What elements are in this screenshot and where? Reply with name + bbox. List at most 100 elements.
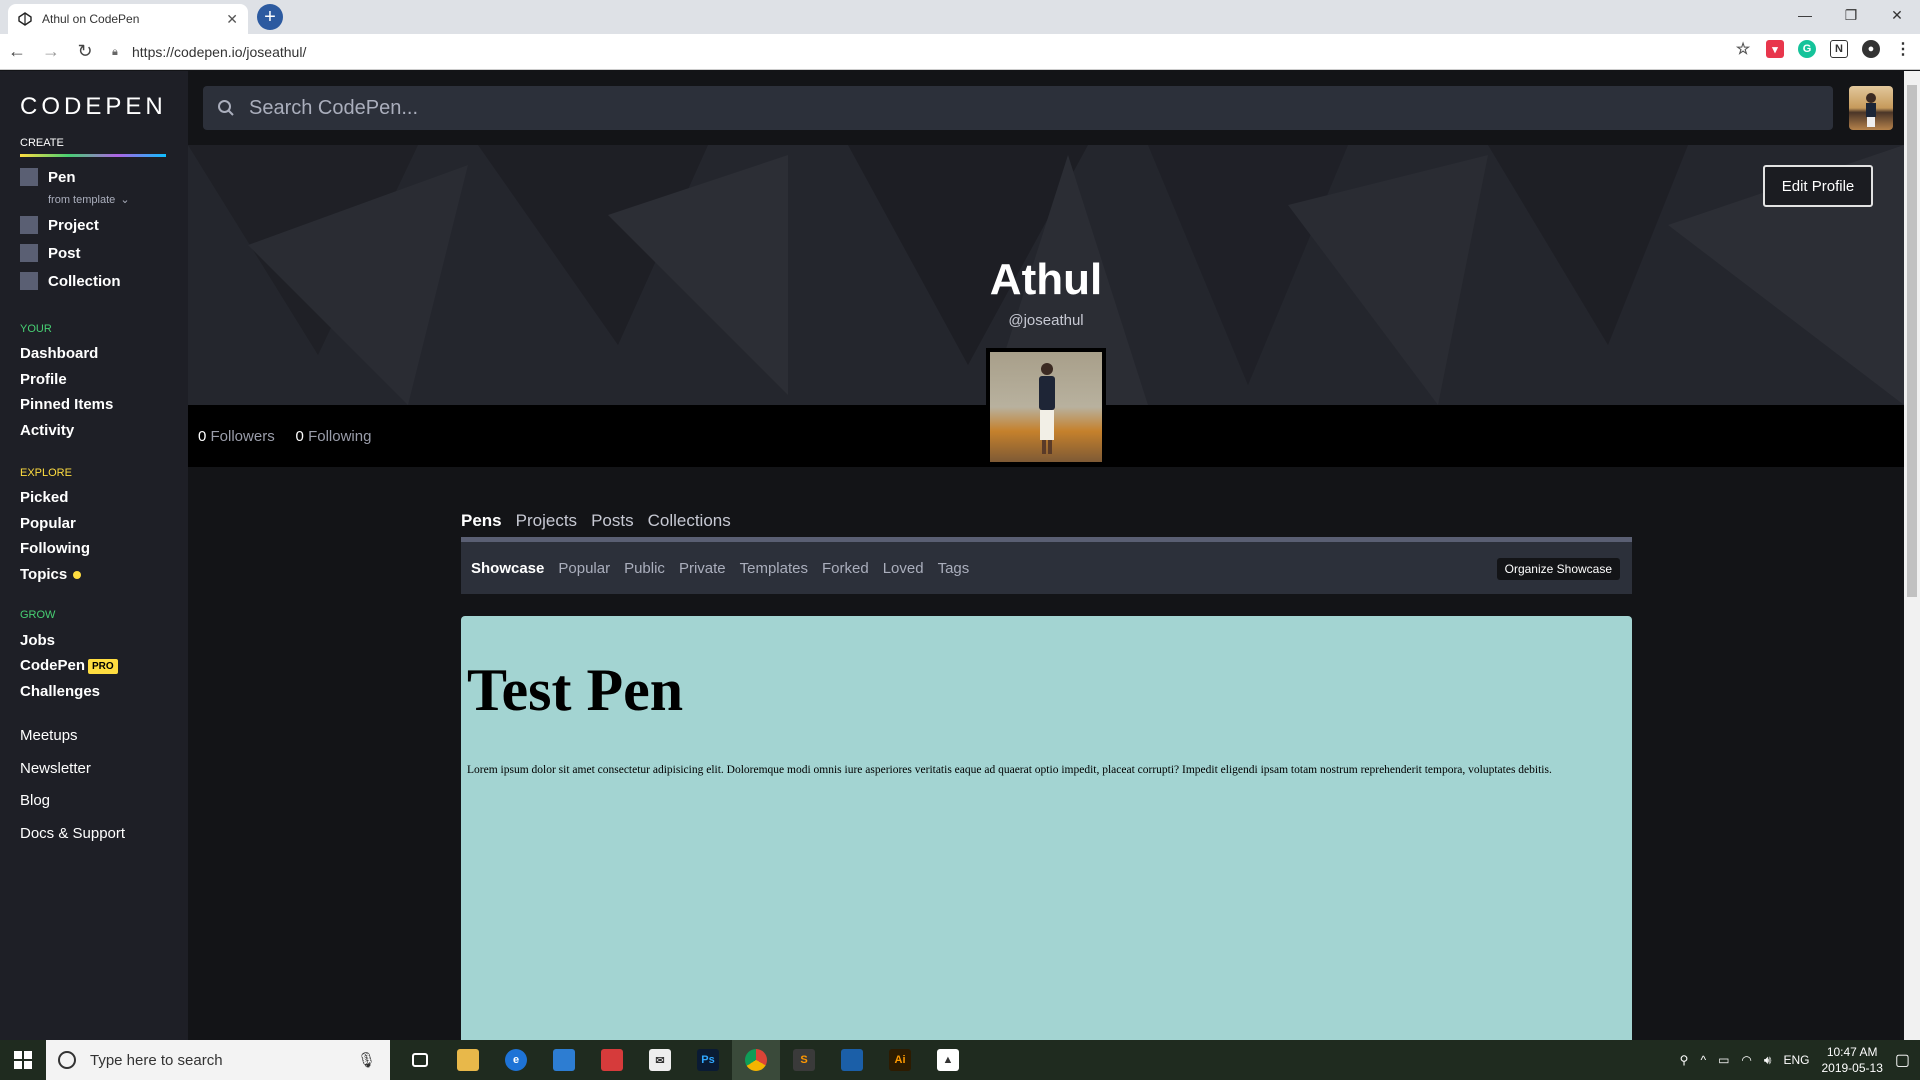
following-link[interactable]: 0 Following xyxy=(296,428,372,445)
notifications-icon[interactable]: ▢ xyxy=(1895,1050,1910,1070)
sidebar-item-newsletter[interactable]: Newsletter xyxy=(20,760,91,777)
reload-icon[interactable]: ↻ xyxy=(68,35,102,69)
sidebar-item-dashboard[interactable]: Dashboard xyxy=(20,345,98,362)
tab-pens[interactable]: Pens xyxy=(461,511,502,531)
subtab-public[interactable]: Public xyxy=(624,560,665,577)
sidebar-item-meetups[interactable]: Meetups xyxy=(20,727,78,744)
main-content: Search CodePen... Edit Profile Athul @jo… xyxy=(188,71,1904,1040)
subtab-popular[interactable]: Popular xyxy=(558,560,610,577)
account-icon[interactable]: ● xyxy=(1862,40,1880,58)
people-icon[interactable]: ⚲ xyxy=(1680,1053,1689,1067)
notion-extension-icon[interactable]: N xyxy=(1830,40,1848,58)
create-pen-link[interactable]: Pen xyxy=(20,168,76,186)
browser-tab[interactable]: Athul on CodePen ✕ xyxy=(8,4,248,34)
subtab-templates[interactable]: Templates xyxy=(740,560,808,577)
subtab-private[interactable]: Private xyxy=(679,560,726,577)
pen-icon xyxy=(20,168,38,186)
grammarly-extension-icon[interactable]: G xyxy=(1798,40,1816,58)
subtab-forked[interactable]: Forked xyxy=(822,560,869,577)
bookmark-star-icon[interactable]: ☆ xyxy=(1734,40,1752,58)
address-bar: ← → ↻ 🔒︎ https://codepen.io/joseathul/ ☆… xyxy=(0,34,1920,70)
taskbar-clock[interactable]: 10:47 AM 2019-05-13 xyxy=(1821,1044,1882,1076)
page-scrollbar[interactable] xyxy=(1904,71,1920,1040)
browser-menu-icon[interactable]: ⋮ xyxy=(1894,40,1912,58)
photos-icon[interactable]: ▲ xyxy=(924,1040,972,1080)
taskbar-search-input[interactable]: Type here to search 🎙︎ xyxy=(46,1040,390,1080)
codepen-favicon-icon xyxy=(18,12,32,26)
sidebar-item-picked[interactable]: Picked xyxy=(20,489,68,506)
create-collection-link[interactable]: Collection xyxy=(20,272,121,290)
browser-tab-bar: Athul on CodePen ✕ + — ❐ ✕ xyxy=(0,0,1920,34)
sidebar-item-blog[interactable]: Blog xyxy=(20,792,50,809)
forward-icon[interactable]: → xyxy=(34,35,68,69)
sublime-text-icon[interactable]: S xyxy=(780,1040,828,1080)
microphone-icon[interactable]: 🎙︎ xyxy=(357,1051,376,1069)
subtab-showcase[interactable]: Showcase xyxy=(471,560,544,577)
sidebar-item-challenges[interactable]: Challenges xyxy=(20,683,100,700)
pocket-extension-icon[interactable]: ▾ xyxy=(1766,40,1784,58)
pen-heading: Test Pen xyxy=(467,657,684,723)
create-post-link[interactable]: Post xyxy=(20,244,81,262)
profile-photo[interactable] xyxy=(986,348,1106,466)
search-icon xyxy=(218,100,234,116)
scrollbar-thumb[interactable] xyxy=(1907,85,1917,597)
tab-collections[interactable]: Collections xyxy=(648,511,731,531)
explore-heading: EXPLORE xyxy=(20,467,72,479)
new-dot-icon xyxy=(73,571,82,580)
chevron-down-icon: ⌄ xyxy=(120,194,130,206)
notepad-app-icon[interactable] xyxy=(828,1040,876,1080)
post-icon xyxy=(20,244,38,262)
user-avatar[interactable] xyxy=(1849,86,1893,130)
back-icon[interactable]: ← xyxy=(0,35,34,69)
store-icon[interactable] xyxy=(540,1040,588,1080)
sidebar-item-pinned-items[interactable]: Pinned Items xyxy=(20,396,113,413)
create-project-link[interactable]: Project xyxy=(20,216,99,234)
subtab-loved[interactable]: Loved xyxy=(883,560,924,577)
volume-icon[interactable]: 🔊︎ xyxy=(1764,1053,1772,1068)
minimize-icon[interactable]: — xyxy=(1782,0,1828,30)
url-field[interactable]: 🔒︎ https://codepen.io/joseathul/ xyxy=(112,39,1790,65)
from-template-dropdown[interactable]: from template ⌄ xyxy=(48,193,130,206)
close-window-icon[interactable]: ✕ xyxy=(1874,0,1920,30)
close-tab-icon[interactable]: ✕ xyxy=(226,11,238,28)
pens-filter-bar: Showcase Popular Public Private Template… xyxy=(461,542,1632,594)
illustrator-icon[interactable]: Ai xyxy=(876,1040,924,1080)
tab-posts[interactable]: Posts xyxy=(591,511,634,531)
showcase-pen-preview[interactable]: Test Pen Lorem ipsum dolor sit amet cons… xyxy=(461,616,1632,1040)
sidebar-item-activity[interactable]: Activity xyxy=(20,422,74,439)
task-view-icon[interactable] xyxy=(396,1040,444,1080)
system-tray: ⚲ ^ ▭ ◠ 🔊︎ ENG 10:47 AM 2019-05-13 ▢ xyxy=(1680,1040,1920,1080)
sidebar-item-topics[interactable]: Topics xyxy=(20,566,82,583)
windows-start-icon[interactable] xyxy=(0,1040,46,1080)
sidebar-item-profile[interactable]: Profile xyxy=(20,371,67,388)
create-underline xyxy=(20,154,166,157)
tab-projects[interactable]: Projects xyxy=(516,511,577,531)
restore-icon[interactable]: ❐ xyxy=(1828,0,1874,30)
edge-icon[interactable]: e xyxy=(492,1040,540,1080)
profile-handle: @joseathul xyxy=(1008,312,1084,329)
new-tab-button[interactable]: + xyxy=(257,4,283,30)
sidebar-item-popular[interactable]: Popular xyxy=(20,515,76,532)
sidebar-item-docs-support[interactable]: Docs & Support xyxy=(20,825,125,842)
language-indicator[interactable]: ENG xyxy=(1783,1053,1809,1067)
battery-icon[interactable]: ▭ xyxy=(1718,1053,1729,1067)
grow-heading: GROW xyxy=(20,609,56,621)
wifi-icon[interactable]: ◠ xyxy=(1741,1053,1751,1067)
sidebar-item-following[interactable]: Following xyxy=(20,540,90,557)
tray-chevron-up-icon[interactable]: ^ xyxy=(1700,1053,1706,1067)
edit-profile-button[interactable]: Edit Profile xyxy=(1763,165,1873,207)
search-input[interactable]: Search CodePen... xyxy=(203,86,1833,130)
url-text: https://codepen.io/joseathul/ xyxy=(132,44,307,60)
photoshop-icon[interactable]: Ps xyxy=(684,1040,732,1080)
file-explorer-icon[interactable] xyxy=(444,1040,492,1080)
subtab-tags[interactable]: Tags xyxy=(938,560,970,577)
sidebar-item-jobs[interactable]: Jobs xyxy=(20,632,55,649)
create-heading: CREATE xyxy=(20,137,64,149)
followers-link[interactable]: 0 Followers xyxy=(198,428,275,445)
organize-showcase-button[interactable]: Organize Showcase xyxy=(1496,558,1620,580)
mail-icon[interactable]: ✉ xyxy=(636,1040,684,1080)
gift-app-icon[interactable] xyxy=(588,1040,636,1080)
codepen-logo[interactable]: CODEPEN xyxy=(20,93,167,121)
chrome-icon[interactable] xyxy=(732,1040,780,1080)
sidebar-item-codepen-pro[interactable]: CodePen PRO xyxy=(20,657,118,674)
